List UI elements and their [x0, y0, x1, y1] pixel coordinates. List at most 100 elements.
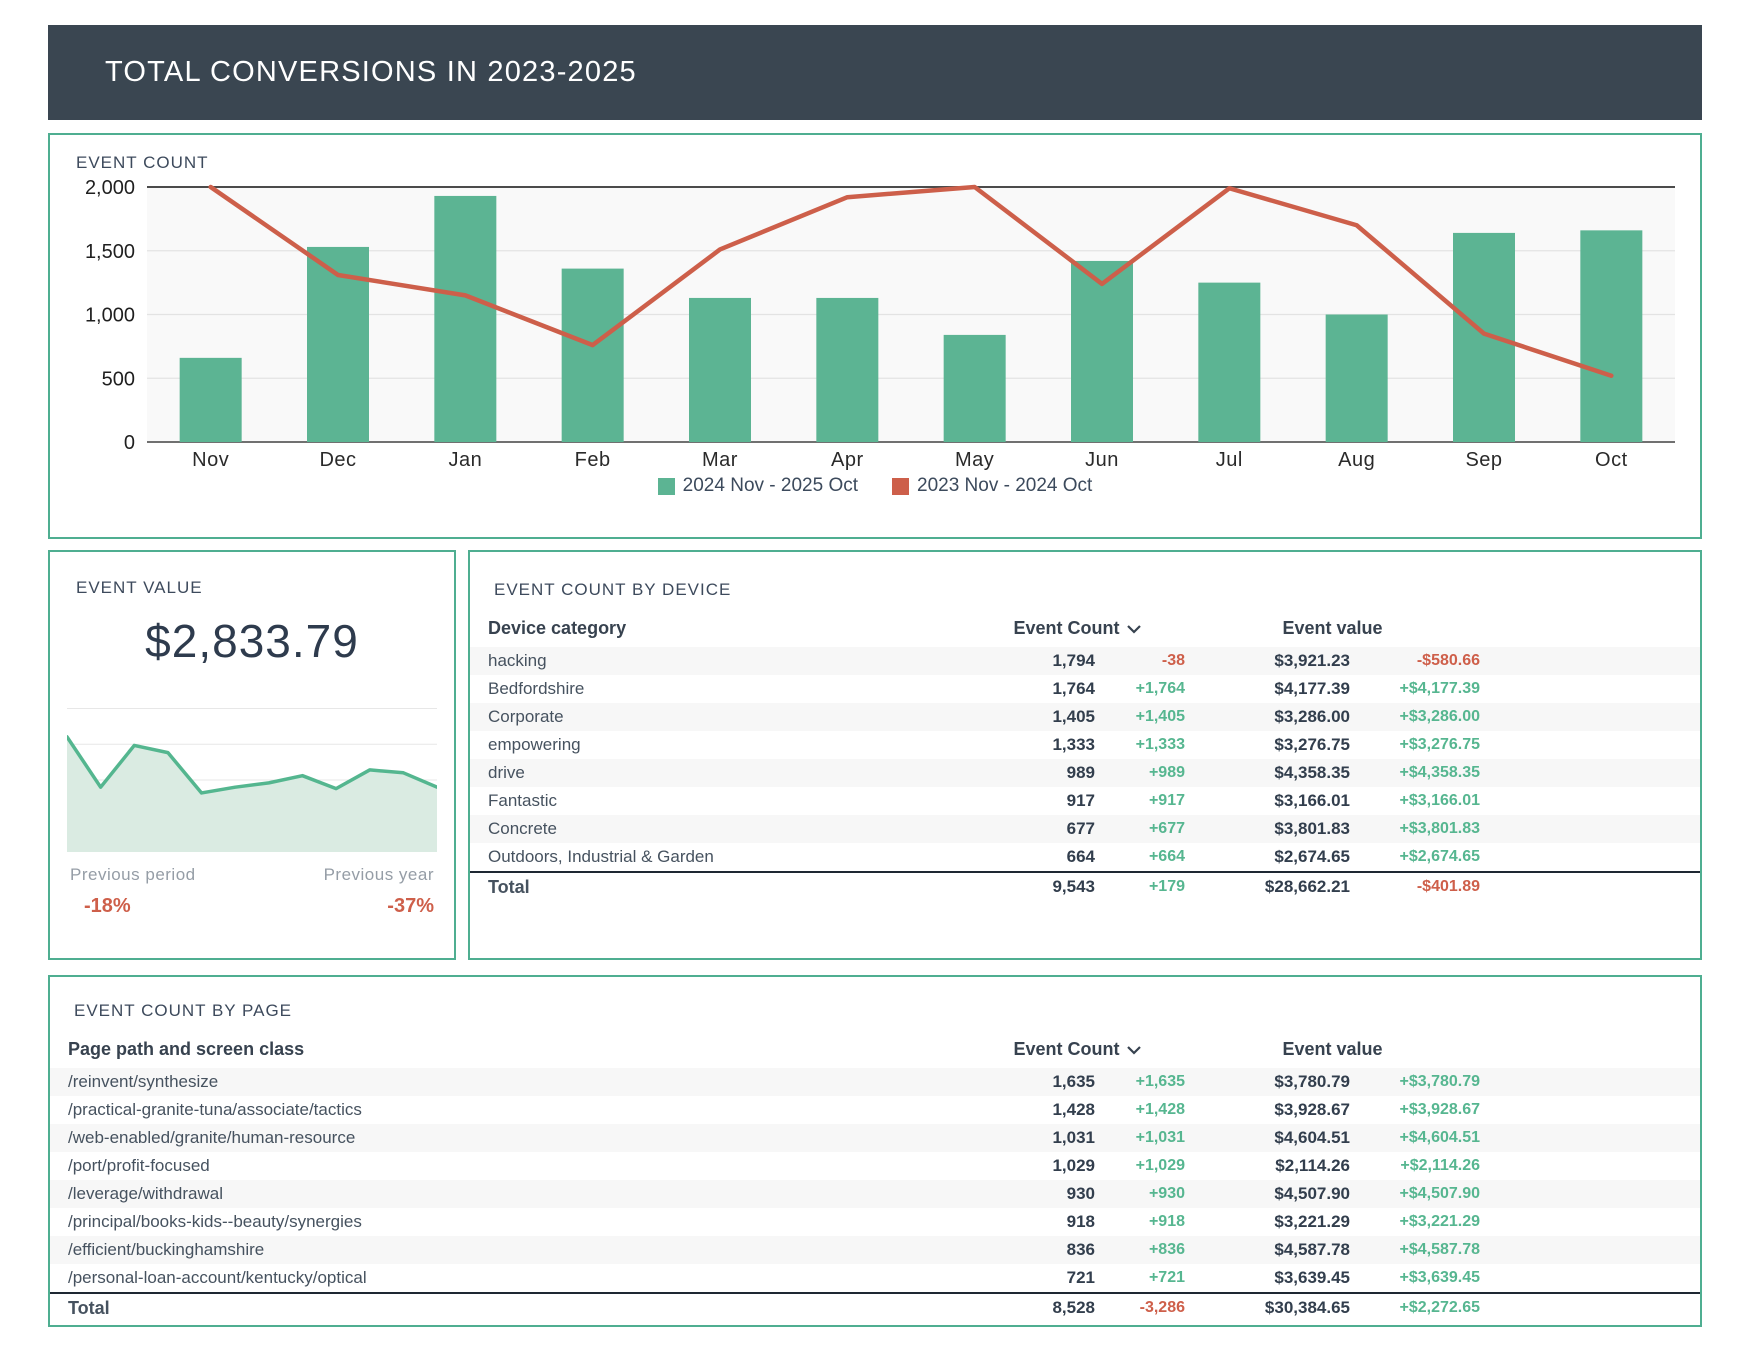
report-title: TOTAL CONVERSIONS IN 2023-2025 [105, 56, 637, 89]
page-event-value-header[interactable]: Event value [1185, 1035, 1480, 1068]
page-event-count-sort-header[interactable]: Event Count [970, 1035, 1185, 1068]
svg-text:May: May [955, 449, 994, 471]
middle-row: EVENT VALUE $2,833.79 Previous period -1… [48, 550, 1702, 960]
event-value-cell: $2,114.26 [1185, 1152, 1350, 1180]
device-category-cell: Corporate [470, 703, 970, 731]
legend-item-current-period[interactable]: 2024 Nov - 2025 Oct [658, 475, 858, 497]
legend-swatch-current-icon [658, 478, 675, 495]
total-count-delta-cell: -3,286 [1095, 1293, 1185, 1322]
event-count-cell: 677 [970, 815, 1095, 843]
value-delta-cell: -$580.66 [1350, 647, 1480, 675]
event-value-sparkline [67, 708, 437, 852]
row-spacer [1480, 731, 1700, 759]
previous-period-block: Previous period -18% [70, 865, 196, 918]
count-delta-cell: +1,031 [1095, 1124, 1185, 1152]
table-row: /efficient/buckinghamshire836+836$4,587.… [50, 1236, 1700, 1264]
event-count-cell: 917 [970, 787, 1095, 815]
svg-text:0: 0 [124, 432, 135, 454]
event-value-panel: EVENT VALUE $2,833.79 Previous period -1… [48, 550, 456, 960]
total-value-delta-cell: -$401.89 [1350, 872, 1480, 901]
row-spacer [1480, 1068, 1700, 1096]
table-row: /web-enabled/granite/human-resource1,031… [50, 1124, 1700, 1152]
row-spacer [1480, 1293, 1700, 1322]
event-count-cell: 1,031 [970, 1124, 1095, 1152]
previous-year-block: Previous year -37% [324, 865, 434, 918]
event-value-cell: $3,166.01 [1185, 787, 1350, 815]
event-count-by-page-panel: EVENT COUNT BY PAGE Page path and screen… [48, 975, 1702, 1327]
event-value-cell: $3,221.29 [1185, 1208, 1350, 1236]
event-value-comparisons: Previous period -18% Previous year -37% [50, 865, 454, 918]
page-path-cell: /practical-granite-tuna/associate/tactic… [50, 1096, 970, 1124]
row-spacer [1480, 1264, 1700, 1293]
row-spacer [1480, 1236, 1700, 1264]
event-count-by-device-panel: EVENT COUNT BY DEVICE Device category Ev… [468, 550, 1702, 960]
value-delta-cell: +$3,801.83 [1350, 815, 1480, 843]
previous-year-delta: -37% [324, 895, 434, 918]
event-count-cell: 989 [970, 759, 1095, 787]
total-event-count-cell: 9,543 [970, 872, 1095, 901]
event-value-cell: $4,507.90 [1185, 1180, 1350, 1208]
table-row: empowering1,333+1,333$3,276.75+$3,276.75 [470, 731, 1700, 759]
count-delta-cell: +1,635 [1095, 1068, 1185, 1096]
table-row: /port/profit-focused1,029+1,029$2,114.26… [50, 1152, 1700, 1180]
previous-period-delta: -18% [70, 895, 196, 918]
event-value-cell: $3,928.67 [1185, 1096, 1350, 1124]
row-spacer [1480, 647, 1700, 675]
legend-label-current: 2024 Nov - 2025 Oct [683, 475, 858, 497]
row-spacer [1480, 675, 1700, 703]
device-event-count-sort-header[interactable]: Event Count [970, 614, 1185, 647]
count-delta-cell: +1,029 [1095, 1152, 1185, 1180]
event-value-cell: $3,921.23 [1185, 647, 1350, 675]
table-row: Bedfordshire1,764+1,764$4,177.39+$4,177.… [470, 675, 1700, 703]
table-row: drive989+989$4,358.35+$4,358.35 [470, 759, 1700, 787]
table-row: Concrete677+677$3,801.83+$3,801.83 [470, 815, 1700, 843]
device-event-value-header[interactable]: Event value [1185, 614, 1480, 647]
table-total-row: Total8,528-3,286$30,384.65+$2,272.65 [50, 1293, 1700, 1322]
value-delta-cell: +$2,114.26 [1350, 1152, 1480, 1180]
total-count-delta-cell: +179 [1095, 872, 1185, 901]
event-value-cell: $2,674.65 [1185, 843, 1350, 872]
event-count-cell: 1,635 [970, 1068, 1095, 1096]
device-category-cell: empowering [470, 731, 970, 759]
page-path-cell: /leverage/withdrawal [50, 1180, 970, 1208]
event-value-title: EVENT VALUE [76, 578, 454, 598]
device-panel-title: EVENT COUNT BY DEVICE [494, 580, 1700, 600]
conversions-bar-line-chart[interactable]: 05001,0001,5002,000NovDecJanFebMarAprMay… [50, 175, 1700, 475]
svg-text:Oct: Oct [1595, 449, 1628, 471]
svg-text:Jan: Jan [448, 449, 482, 471]
event-count-cell: 721 [970, 1264, 1095, 1293]
row-spacer [1480, 787, 1700, 815]
device-category-cell: Bedfordshire [470, 675, 970, 703]
row-spacer [1480, 1124, 1700, 1152]
previous-year-label: Previous year [324, 865, 434, 885]
event-count-cell: 930 [970, 1180, 1095, 1208]
count-delta-cell: +677 [1095, 815, 1185, 843]
row-spacer [1480, 1208, 1700, 1236]
count-delta-cell: +917 [1095, 787, 1185, 815]
event-value-cell: $3,276.75 [1185, 731, 1350, 759]
svg-text:Jul: Jul [1216, 449, 1243, 471]
event-count-cell: 664 [970, 843, 1095, 872]
total-event-value-cell: $30,384.65 [1185, 1293, 1350, 1322]
row-spacer [1480, 815, 1700, 843]
value-delta-cell: +$4,507.90 [1350, 1180, 1480, 1208]
legend-label-previous: 2023 Nov - 2024 Oct [917, 475, 1092, 497]
event-value-cell: $3,639.45 [1185, 1264, 1350, 1293]
row-spacer [1480, 843, 1700, 872]
legend-item-previous-period[interactable]: 2023 Nov - 2024 Oct [892, 475, 1092, 497]
page-table-header-row: Page path and screen class Event Count E… [50, 1035, 1700, 1068]
count-delta-cell: +1,764 [1095, 675, 1185, 703]
count-delta-cell: +664 [1095, 843, 1185, 872]
device-category-cell: Fantastic [470, 787, 970, 815]
chart-legend: 2024 Nov - 2025 Oct 2023 Nov - 2024 Oct [50, 475, 1700, 497]
value-delta-cell: +$4,587.78 [1350, 1236, 1480, 1264]
device-category-cell: Concrete [470, 815, 970, 843]
event-count-cell: 1,794 [970, 647, 1095, 675]
row-spacer [1480, 872, 1700, 901]
svg-text:Nov: Nov [192, 449, 229, 471]
value-delta-cell: +$4,358.35 [1350, 759, 1480, 787]
event-count-title: EVENT COUNT [76, 153, 1700, 173]
row-spacer [1480, 703, 1700, 731]
total-event-count-cell: 8,528 [970, 1293, 1095, 1322]
table-row: hacking1,794-38$3,921.23-$580.66 [470, 647, 1700, 675]
